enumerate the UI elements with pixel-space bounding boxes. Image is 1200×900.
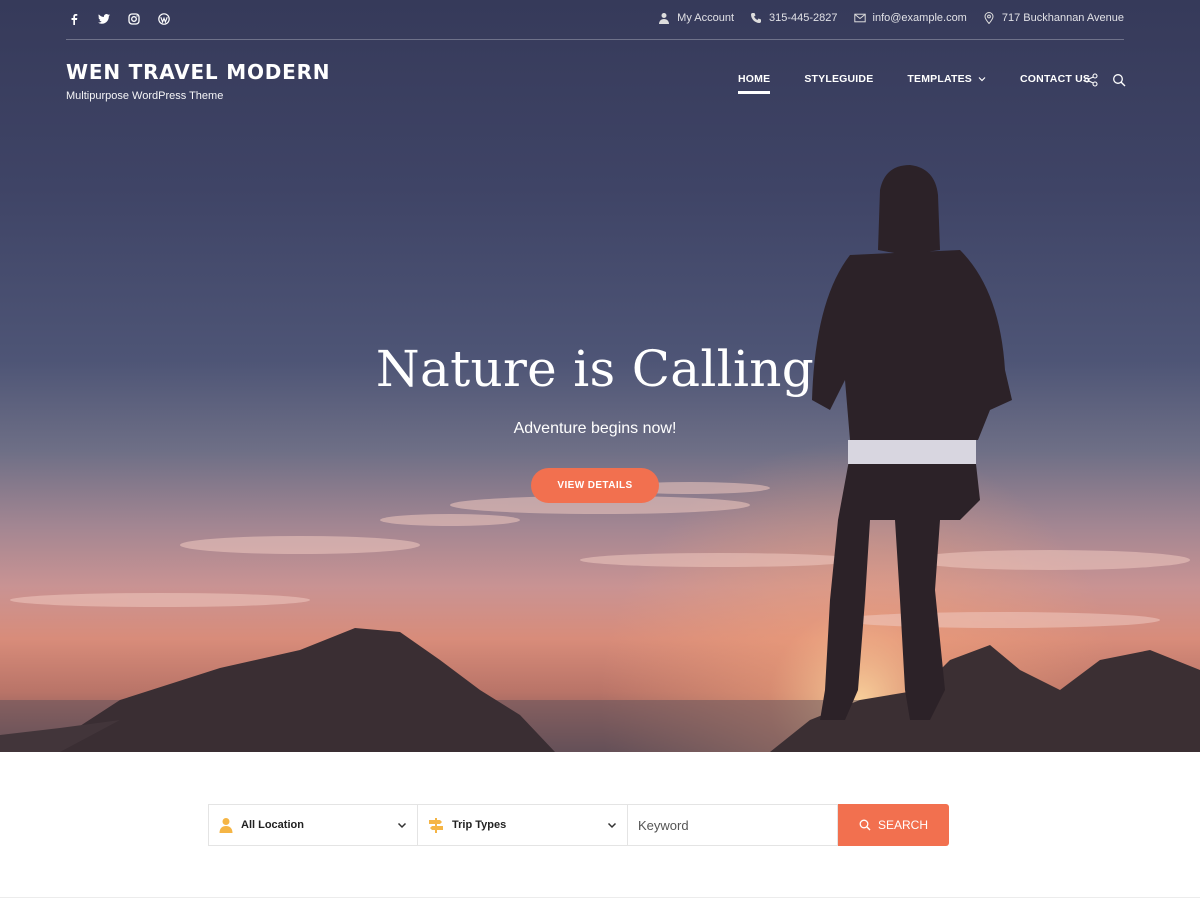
instagram-icon[interactable] bbox=[126, 11, 142, 27]
search-button-label: SEARCH bbox=[877, 818, 928, 832]
trip-types-select[interactable]: Trip Types bbox=[418, 804, 628, 846]
wordpress-icon[interactable] bbox=[156, 11, 172, 27]
my-account-label: My Account bbox=[677, 12, 735, 24]
nav-item-label: HOME bbox=[738, 73, 771, 85]
address-info: 717 Buckhannan Avenue bbox=[983, 12, 1124, 24]
nav-item-label: TEMPLATES bbox=[907, 73, 973, 85]
phone-link[interactable]: 315-445-2827 bbox=[750, 12, 838, 24]
envelope-icon bbox=[853, 13, 866, 23]
email-address: info@example.com bbox=[872, 12, 967, 24]
nav-item-home[interactable]: HOME bbox=[738, 73, 771, 94]
section-divider bbox=[0, 897, 1200, 898]
keyword-placeholder: Keyword bbox=[638, 817, 689, 833]
signpost-icon bbox=[429, 818, 443, 833]
hero-title: Nature is Calling bbox=[375, 340, 815, 398]
user-icon bbox=[219, 818, 233, 833]
twitter-icon[interactable] bbox=[96, 11, 112, 27]
search-icon bbox=[859, 819, 871, 831]
search-icon[interactable] bbox=[1112, 73, 1126, 87]
chevron-down-icon bbox=[397, 822, 407, 828]
hero-content: Nature is Calling Adventure begins now! … bbox=[0, 340, 1190, 503]
chevron-down-icon bbox=[978, 77, 986, 82]
phone-icon bbox=[751, 13, 762, 23]
nav-item-styleguide[interactable]: STYLEGUIDE bbox=[804, 73, 873, 85]
contact-info: My Account 315-445-2827 info@example.com… bbox=[658, 12, 1124, 24]
email-link[interactable]: info@example.com bbox=[853, 12, 967, 24]
social-links bbox=[66, 11, 172, 27]
user-icon bbox=[659, 13, 670, 24]
header-icons bbox=[1084, 73, 1126, 87]
nav-item-contact-us[interactable]: CONTACT US bbox=[1020, 73, 1090, 85]
nav-item-label: CONTACT US bbox=[1020, 73, 1091, 85]
trip-types-select-value: Trip Types bbox=[452, 819, 507, 831]
share-icon[interactable] bbox=[1084, 73, 1098, 87]
search-button[interactable]: SEARCH bbox=[838, 804, 949, 846]
location-select-value: All Location bbox=[241, 819, 304, 831]
site-branding: WEN TRAVEL MODERN Multipurpose WordPress… bbox=[66, 60, 330, 102]
map-pin-icon bbox=[984, 12, 994, 24]
location-select[interactable]: All Location bbox=[208, 804, 418, 846]
view-details-button[interactable]: VIEW DETAILS bbox=[531, 468, 659, 503]
site-title[interactable]: WEN TRAVEL MODERN bbox=[66, 60, 330, 84]
facebook-icon[interactable] bbox=[66, 11, 82, 27]
nav-item-templates[interactable]: TEMPLATES bbox=[907, 73, 986, 85]
my-account-link[interactable]: My Account bbox=[658, 12, 734, 24]
site-tagline: Multipurpose WordPress Theme bbox=[66, 90, 224, 102]
top-bar: My Account 315-445-2827 info@example.com… bbox=[66, 0, 1124, 40]
hero-subtitle: Adventure begins now! bbox=[513, 420, 677, 437]
phone-number: 315-445-2827 bbox=[769, 12, 838, 24]
keyword-input[interactable]: Keyword bbox=[628, 804, 838, 846]
main-navigation: HOME STYLEGUIDE TEMPLATES CONTACT US bbox=[738, 73, 1124, 94]
chevron-down-icon bbox=[607, 822, 617, 828]
address-text: 717 Buckhannan Avenue bbox=[1001, 12, 1124, 24]
nav-item-label: STYLEGUIDE bbox=[804, 73, 874, 85]
trip-search-form: All Location Trip Types Keyword SEARCH bbox=[208, 804, 949, 846]
